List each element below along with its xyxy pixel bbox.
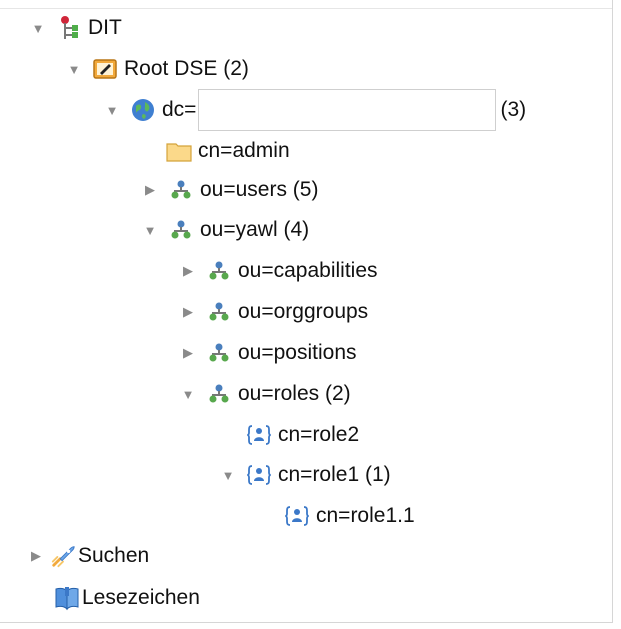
tree-item-count: (3) [500,98,527,121]
group-role-icon [284,503,310,529]
tree-item-label: DIT [88,16,122,39]
tree-item-label-prefix: dc= [162,98,197,121]
tree-item-ou-yawl[interactable]: ▼ ou=yawl (4) [142,212,310,248]
expanded-triangle-icon[interactable]: ▼ [30,20,46,36]
ldap-browser-panel: ▼ DIT ▼ Root DSE (2) ▼ dc= (3) cn=admin … [0,0,613,623]
tree-item-root-dse[interactable]: ▼ Root DSE (2) [66,51,249,87]
tree-item-label: cn=role1 (1) [278,463,391,486]
tree-item-label: cn=role1.1 [316,504,415,527]
organizational-unit-icon [206,340,232,366]
expanded-triangle-icon[interactable]: ▼ [66,61,82,77]
tree-item-lesezeichen[interactable]: Lesezeichen [54,580,200,616]
tree-item-label: Suchen [78,544,150,567]
group-role-icon [246,462,272,488]
expanded-triangle-icon[interactable]: ▼ [104,102,120,118]
tree-item-label: ou=users (5) [200,178,319,201]
tree-item-cn-role1[interactable]: ▼ cn=role1 (1) [220,457,391,493]
root-dse-icon [92,56,118,82]
collapsed-triangle-icon[interactable]: ▶ [180,345,196,361]
tree-item-label: ou=positions [238,341,357,364]
tree-item-label: Lesezeichen [82,586,200,609]
redacted-field [198,89,497,131]
collapsed-triangle-icon[interactable]: ▶ [180,304,196,320]
tree-item-label: ou=orggroups [238,300,369,323]
tree-item-label: ou=capabilities [238,259,378,282]
tree-item-label: Root DSE (2) [124,57,249,80]
tree-item-cn-admin[interactable]: cn=admin [166,133,290,169]
dit-tree-icon [56,15,82,41]
group-role-icon [246,422,272,448]
organizational-unit-icon [206,381,232,407]
tree-item-dc[interactable]: ▼ dc= (3) [104,89,526,131]
tree-item-ou-positions[interactable]: ▶ ou=positions [180,335,357,371]
folder-icon [166,138,192,164]
tree-item-label: ou=roles (2) [238,382,351,405]
collapsed-triangle-icon[interactable]: ▶ [142,182,158,198]
tree-item-label: ou=yawl (4) [200,218,310,241]
tree-item-cn-role2[interactable]: cn=role2 [246,417,359,453]
tree-item-cn-role1-1[interactable]: cn=role1.1 [284,498,415,534]
expanded-triangle-icon[interactable]: ▼ [220,467,236,483]
tree-item-dit[interactable]: ▼ DIT [30,10,122,46]
tree-item-ou-orggroups[interactable]: ▶ ou=orggroups [180,294,368,330]
panel-top-divider [0,8,612,9]
expanded-triangle-icon[interactable]: ▼ [142,222,158,238]
tree-item-label: cn=admin [198,139,290,162]
tree-item-suchen[interactable]: ▶ Suchen [28,538,149,574]
expanded-triangle-icon[interactable]: ▼ [180,386,196,402]
tree-item-label: cn=role2 [278,423,360,446]
collapsed-triangle-icon[interactable]: ▶ [180,263,196,279]
organizational-unit-icon [206,299,232,325]
search-rocket-icon [50,543,76,569]
tree-item-ou-users[interactable]: ▶ ou=users (5) [142,172,318,208]
tree-item-ou-roles[interactable]: ▼ ou=roles (2) [180,376,351,412]
bookmarks-book-icon [54,585,80,611]
organizational-unit-icon [168,177,194,203]
organizational-unit-icon [168,217,194,243]
organizational-unit-icon [206,258,232,284]
tree-item-ou-capabilities[interactable]: ▶ ou=capabilities [180,253,378,289]
globe-icon [130,97,156,123]
collapsed-triangle-icon[interactable]: ▶ [28,548,44,564]
